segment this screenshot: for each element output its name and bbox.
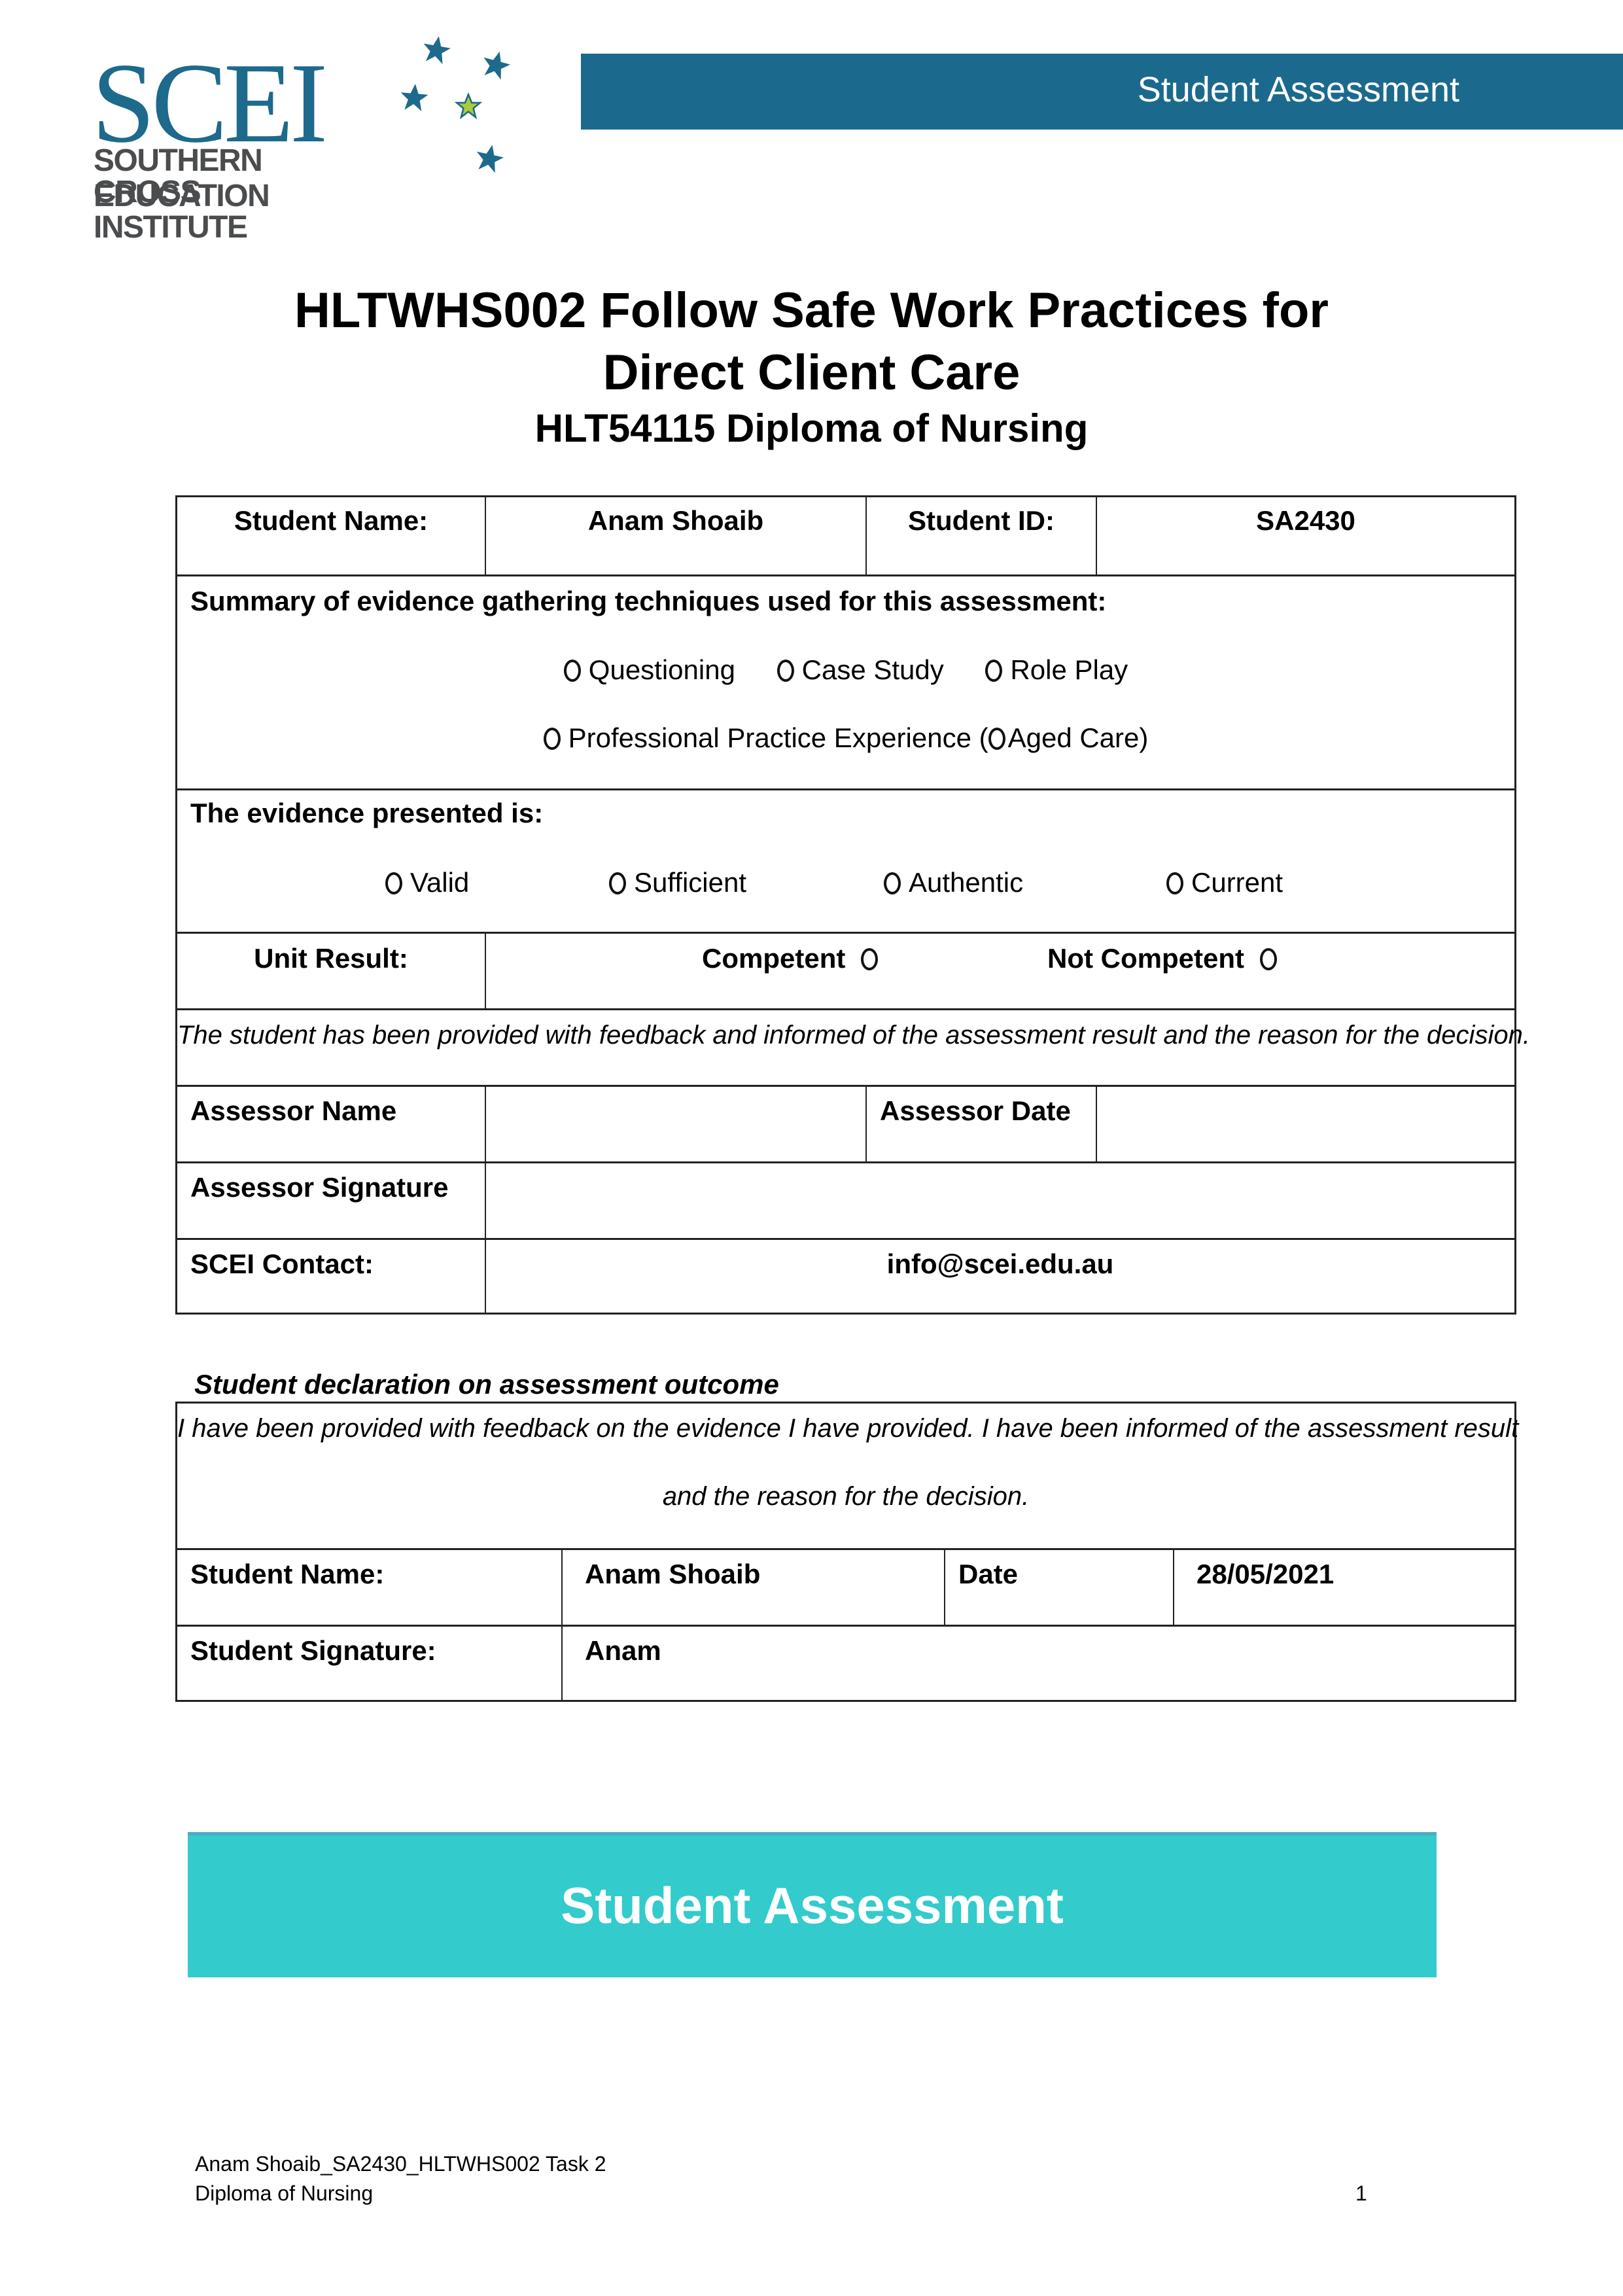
student-id-label: Student ID: bbox=[908, 505, 1055, 536]
star-icon bbox=[479, 48, 513, 81]
declaration-table: I have been provided with feedback on th… bbox=[175, 1402, 1519, 1702]
radio-icon[interactable] bbox=[988, 728, 1005, 750]
technique-option-role-play[interactable]: Role Play bbox=[985, 656, 1128, 684]
footer-course: Diploma of Nursing bbox=[195, 2181, 374, 2205]
radio-icon[interactable] bbox=[884, 872, 901, 894]
declaration-name-label-cell: Student Name: bbox=[177, 1550, 561, 1625]
assessor-signature-row: Assessor Signature bbox=[177, 1161, 1514, 1238]
contact-email-link[interactable]: info@scei.edu.au bbox=[486, 1250, 1514, 1278]
declaration-date-label-cell: Date bbox=[944, 1550, 1173, 1625]
evidence-row: The evidence presented is: Valid Suffici… bbox=[177, 788, 1514, 932]
radio-icon[interactable] bbox=[1166, 872, 1183, 894]
student-name-label-cell: Student Name: bbox=[177, 497, 485, 574]
radio-icon[interactable] bbox=[543, 728, 561, 750]
technique-option-questioning[interactable]: Questioning bbox=[563, 656, 735, 684]
radio-icon[interactable] bbox=[985, 660, 1003, 682]
declaration-signature-value: Anam bbox=[585, 1635, 661, 1666]
assessor-name-field[interactable] bbox=[485, 1087, 865, 1161]
declaration-name-value: Anam Shoaib bbox=[585, 1559, 761, 1589]
radio-icon[interactable] bbox=[609, 872, 626, 894]
header-banner-title: Student Assessment bbox=[1137, 70, 1459, 109]
evidence-option-authentic[interactable]: Authentic bbox=[884, 869, 1023, 896]
declaration-statement-row: I have been provided with feedback on th… bbox=[177, 1404, 1519, 1548]
contact-value-cell: info@scei.edu.au bbox=[485, 1240, 1514, 1313]
unit-result-label-cell: Unit Result: bbox=[177, 934, 485, 1008]
assessor-date-label-cell: Assessor Date bbox=[865, 1087, 1096, 1161]
evidence-option-valid[interactable]: Valid bbox=[385, 869, 469, 896]
student-name-value-cell[interactable]: Anam Shoaib bbox=[485, 497, 865, 574]
assessor-name-label-cell: Assessor Name bbox=[177, 1087, 485, 1161]
radio-icon[interactable] bbox=[563, 660, 581, 682]
declaration-heading: Student declaration on assessment outcom… bbox=[194, 1369, 779, 1400]
contact-label: SCEI Contact: bbox=[190, 1248, 374, 1279]
radio-icon[interactable] bbox=[1259, 948, 1277, 970]
feedback-statement-row: The student has been provided with feedb… bbox=[177, 1008, 1530, 1085]
assessor-signature-label-cell: Assessor Signature bbox=[177, 1163, 485, 1238]
technique-option-case-study[interactable]: Case Study bbox=[777, 656, 944, 684]
practice-options: Professional Practice Experience (Aged C… bbox=[177, 724, 1514, 752]
section-banner-title: Student Assessment bbox=[561, 1877, 1064, 1934]
techniques-heading: Summary of evidence gathering techniques… bbox=[190, 586, 1107, 616]
contact-label-cell: SCEI Contact: bbox=[177, 1240, 485, 1313]
page-number: 1 bbox=[1355, 2181, 1367, 2205]
assessor-date-field[interactable] bbox=[1096, 1087, 1514, 1161]
declaration-signature-row: Student Signature: Anam bbox=[177, 1625, 1514, 1700]
declaration-statement-line-2: and the reason for the decision. bbox=[662, 1482, 1030, 1511]
radio-icon[interactable] bbox=[777, 660, 794, 682]
star-icon bbox=[473, 142, 506, 174]
unit-result-row: Unit Result: Competent Not Competent bbox=[177, 932, 1514, 1008]
student-info-row: Student Name: Anam Shoaib Student ID: SA… bbox=[177, 497, 1514, 574]
radio-icon[interactable] bbox=[861, 948, 879, 970]
logo-line-2: EDUCATION INSTITUTE bbox=[94, 179, 270, 245]
radio-icon[interactable] bbox=[385, 872, 402, 894]
student-name-label: Student Name: bbox=[234, 505, 428, 536]
southern-cross-stars-icon bbox=[399, 33, 513, 174]
student-id-label-cell: Student ID: bbox=[865, 497, 1096, 574]
declaration-date-label: Date bbox=[958, 1559, 1019, 1589]
assessor-date-label: Assessor Date bbox=[880, 1095, 1071, 1126]
assessment-summary-table: Student Name: Anam Shoaib Student ID: SA… bbox=[175, 495, 1530, 1315]
star-accent-icon bbox=[455, 94, 481, 118]
header-banner: Student Assessment bbox=[581, 54, 1623, 130]
declaration-date-field[interactable]: 28/05/2021 bbox=[1173, 1550, 1514, 1625]
declaration-signature-label-cell: Student Signature: bbox=[177, 1627, 561, 1700]
result-option-competent[interactable]: Competent bbox=[702, 945, 886, 972]
feedback-statement: The student has been provided with feedb… bbox=[177, 1021, 1530, 1050]
document-title-line-1: HLTWHS002 Follow Safe Work Practices for bbox=[294, 283, 1329, 338]
assessor-signature-field[interactable] bbox=[485, 1163, 1514, 1238]
result-option-not-competent[interactable]: Not Competent bbox=[1047, 945, 1285, 972]
assessor-row: Assessor Name Assessor Date bbox=[177, 1085, 1514, 1161]
student-name-value: Anam Shoaib bbox=[587, 505, 764, 536]
declaration-student-row: Student Name: Anam Shoaib Date 28/05/202… bbox=[177, 1548, 1514, 1625]
section-banner: Student Assessment bbox=[188, 1832, 1437, 1977]
star-icon bbox=[399, 82, 429, 112]
evidence-option-sufficient[interactable]: Sufficient bbox=[609, 869, 746, 896]
unit-result-label: Unit Result: bbox=[254, 943, 408, 974]
contact-row: SCEI Contact: info@scei.edu.au bbox=[177, 1238, 1514, 1313]
assessor-name-label: Assessor Name bbox=[190, 1095, 397, 1126]
techniques-row: Summary of evidence gathering techniques… bbox=[177, 574, 1514, 788]
declaration-statement-line-1: I have been provided with feedback on th… bbox=[177, 1414, 1519, 1443]
evidence-heading: The evidence presented is: bbox=[190, 798, 544, 828]
techniques-options: Questioning Case Study Role Play bbox=[177, 656, 1514, 684]
document-title-line-2: Direct Client Care bbox=[602, 345, 1021, 400]
declaration-signature-field[interactable]: Anam bbox=[561, 1627, 1514, 1700]
document-subtitle: HLT54115 Diploma of Nursing bbox=[534, 406, 1089, 450]
star-icon bbox=[421, 33, 453, 65]
declaration-signature-label: Student Signature: bbox=[190, 1635, 436, 1666]
declaration-name-label: Student Name: bbox=[190, 1559, 385, 1589]
unit-result-options-cell: Competent Not Competent bbox=[485, 934, 1514, 1008]
declaration-date-value: 28/05/2021 bbox=[1196, 1559, 1335, 1589]
footer-document-id: Anam Shoaib_SA2430_HLTWHS002 Task 2 bbox=[195, 2152, 606, 2176]
student-id-value-cell[interactable]: SA2430 bbox=[1096, 497, 1514, 574]
technique-option-professional-practice[interactable]: Professional Practice Experience ( bbox=[543, 722, 988, 753]
evidence-option-current[interactable]: Current bbox=[1166, 869, 1283, 896]
assessor-signature-label: Assessor Signature bbox=[190, 1172, 449, 1203]
technique-option-aged-care[interactable]: Aged Care) bbox=[988, 722, 1148, 753]
declaration-name-field[interactable]: Anam Shoaib bbox=[561, 1550, 944, 1625]
student-id-value: SA2430 bbox=[1256, 505, 1355, 536]
